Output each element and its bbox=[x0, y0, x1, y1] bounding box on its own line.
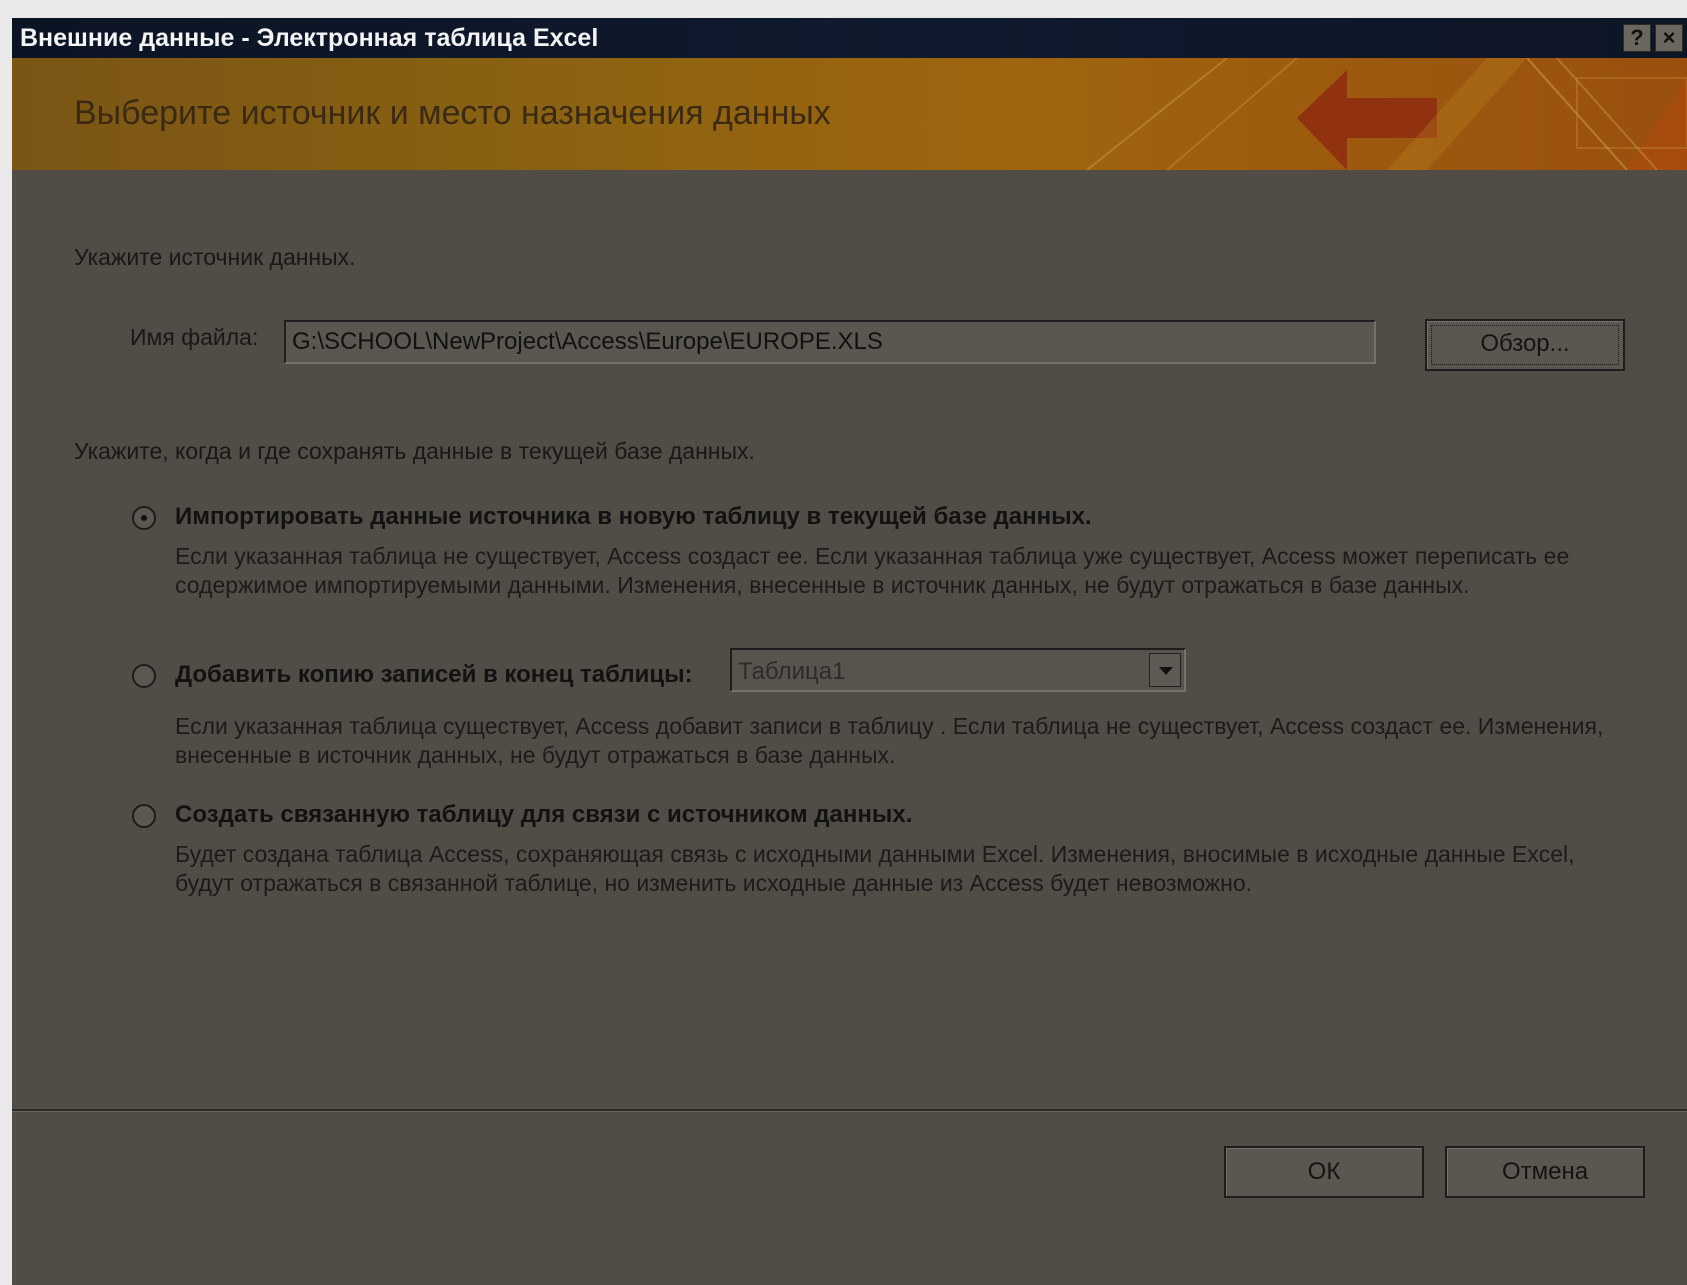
browse-button[interactable]: Обзор... bbox=[1425, 319, 1625, 371]
import-dialog: Внешние данные - Электронная таблица Exc… bbox=[12, 18, 1687, 1285]
focus-rect bbox=[1431, 325, 1619, 365]
radio-link[interactable] bbox=[132, 804, 156, 828]
file-name-input[interactable]: G:\SCHOOL\NewProject\Access\Europe\EUROP… bbox=[284, 320, 1376, 364]
option-append-description: Если указанная таблица существует, Acces… bbox=[175, 713, 1604, 768]
radio-import[interactable] bbox=[132, 506, 156, 530]
dropdown-button[interactable] bbox=[1149, 653, 1181, 687]
file-name-label: Имя файла: bbox=[130, 324, 259, 350]
option-link-label[interactable]: Создать связанную таблицу для связи с ис… bbox=[175, 801, 912, 829]
footer-separator bbox=[12, 1109, 1687, 1112]
close-button[interactable]: × bbox=[1655, 24, 1683, 52]
title-bar: Внешние данные - Электронная таблица Exc… bbox=[12, 18, 1687, 58]
banner-title: Выберите источник и место назначения дан… bbox=[74, 94, 831, 132]
option-append-label[interactable]: Добавить копию записей в конец таблицы: bbox=[175, 661, 693, 689]
ok-button[interactable]: ОК bbox=[1224, 1146, 1424, 1198]
cancel-button[interactable]: Отмена bbox=[1445, 1146, 1645, 1198]
source-prompt: Укажите источник данных. bbox=[74, 244, 356, 270]
option-link-description: Будет создана таблица Access, сохраняюща… bbox=[175, 841, 1575, 896]
option-import-label[interactable]: Импортировать данные источника в новую т… bbox=[175, 503, 1092, 531]
chevron-down-icon bbox=[1159, 667, 1173, 675]
table-select-value: Таблица1 bbox=[738, 658, 846, 685]
table-select[interactable]: Таблица1 bbox=[730, 648, 1186, 692]
window-title: Внешние данные - Электронная таблица Exc… bbox=[20, 24, 599, 52]
destination-prompt: Укажите, когда и где сохранять данные в … bbox=[74, 438, 755, 464]
help-button[interactable]: ? bbox=[1623, 24, 1651, 52]
banner-decoration bbox=[1086, 58, 1687, 170]
header-banner: Выберите источник и место назначения дан… bbox=[12, 58, 1687, 170]
radio-selected-dot bbox=[141, 515, 147, 521]
option-import-description: Если указанная таблица не существует, Ac… bbox=[175, 543, 1570, 598]
radio-append[interactable] bbox=[132, 664, 156, 688]
